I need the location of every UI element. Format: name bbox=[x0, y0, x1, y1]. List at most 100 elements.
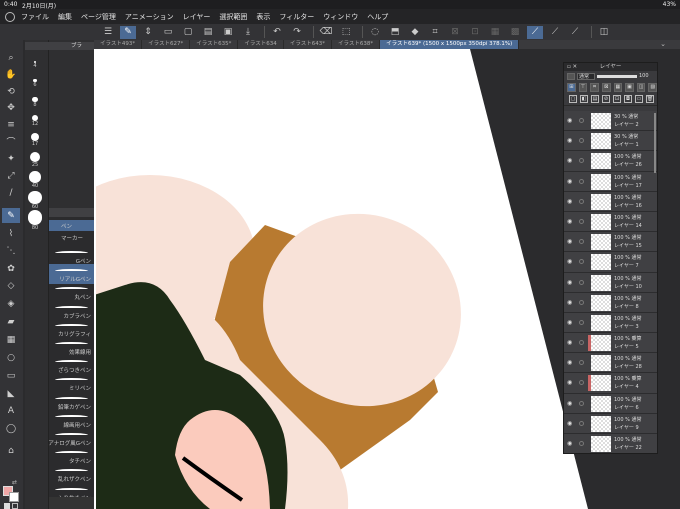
menu-filter[interactable]: フィルター bbox=[279, 12, 314, 22]
snap-ruler-icon[interactable]: ⟋ bbox=[527, 25, 543, 39]
fill-icon[interactable]: ◆ bbox=[407, 26, 423, 39]
layer-link-icon[interactable] bbox=[579, 239, 584, 245]
document-tab[interactable]: イラスト638* bbox=[332, 40, 381, 49]
menu-file[interactable]: ファイル bbox=[21, 12, 49, 22]
layer-row[interactable]: ◉ 100 % 通常 レイヤー 15 bbox=[564, 232, 657, 253]
eye-icon[interactable]: ◉ bbox=[567, 157, 572, 164]
pencil-icon[interactable]: / bbox=[2, 185, 20, 200]
layer-link-icon[interactable] bbox=[579, 340, 584, 346]
document-tab[interactable]: イラスト634 bbox=[238, 40, 284, 49]
eye-icon[interactable]: ◉ bbox=[567, 238, 572, 245]
magic-wand-icon[interactable]: ✦ bbox=[2, 151, 20, 166]
lasso-icon[interactable]: ◌ bbox=[367, 26, 383, 39]
layer-row[interactable]: ◉ 100 % 通常 レイヤー 10 bbox=[564, 272, 657, 293]
layer-row[interactable]: ◉ 30 % 通常 レイヤー 2 bbox=[564, 111, 657, 132]
chevron-down-icon[interactable]: ⌄ bbox=[660, 40, 666, 49]
delete-layer-icon[interactable]: 🗑 bbox=[646, 95, 654, 103]
menu-help[interactable]: ヘルプ bbox=[367, 12, 388, 22]
clear-layer-icon[interactable]: ▭ bbox=[635, 95, 643, 103]
mask-icon[interactable]: ▣ bbox=[625, 82, 634, 92]
clip-icon[interactable]: ⊞ bbox=[567, 82, 576, 92]
companion-icon[interactable]: ◫ bbox=[596, 26, 612, 39]
fill-icon[interactable]: ▰ bbox=[2, 314, 20, 329]
document-tab[interactable]: イラスト643* bbox=[284, 40, 332, 49]
layer-row[interactable]: ◉ 100 % 通常 レイヤー 17 bbox=[564, 171, 657, 192]
layer-link-icon[interactable] bbox=[579, 158, 584, 164]
eyedropper-icon[interactable]: ⤢ bbox=[2, 168, 20, 183]
document-tab[interactable]: イラスト639* (1500 x 1500px 350dpi 378.1%) bbox=[380, 40, 520, 49]
new-raster-layer-icon[interactable]: ▢ bbox=[569, 95, 577, 103]
app-settings-icon[interactable] bbox=[5, 11, 15, 22]
clear-icon[interactable]: ⌫ bbox=[318, 26, 334, 39]
simple-mode-icon[interactable]: ✎ bbox=[120, 25, 136, 39]
swap-colors-icon[interactable]: ⇄ bbox=[12, 479, 17, 486]
menu-layer[interactable]: レイヤー bbox=[183, 12, 211, 22]
brush-size-option[interactable]: 80 bbox=[27, 210, 43, 231]
reference-icon[interactable]: ⊤ bbox=[578, 82, 588, 92]
layer-link-icon[interactable] bbox=[579, 380, 584, 386]
layer-link-icon[interactable] bbox=[579, 138, 584, 144]
snap-special-icon[interactable]: ⟋ bbox=[567, 26, 583, 39]
layer-link-icon[interactable] bbox=[579, 400, 584, 406]
subtool-item[interactable]: 効果線用 bbox=[49, 337, 94, 357]
new-file-icon[interactable]: ▭ bbox=[160, 26, 176, 39]
opacity-value[interactable]: 100 bbox=[639, 73, 649, 79]
toggle-arrow-icon[interactable]: ⇕ bbox=[140, 26, 156, 39]
subtool-category-marker[interactable]: マーカー bbox=[49, 232, 94, 243]
correct-line-icon[interactable]: ⌂ bbox=[2, 443, 20, 458]
layer-link-icon[interactable] bbox=[579, 420, 584, 426]
layer-link-icon[interactable] bbox=[579, 441, 584, 446]
balloon-icon[interactable]: ◯ bbox=[2, 421, 20, 436]
gradient-icon[interactable]: ▦ bbox=[2, 332, 20, 347]
subtool-item[interactable]: Gペン bbox=[49, 246, 94, 266]
lock-icon[interactable]: ⊠ bbox=[601, 82, 611, 92]
subtool-item[interactable]: ミリペン bbox=[49, 373, 94, 393]
subtool-item[interactable]: カリグラフィ bbox=[49, 319, 94, 339]
ruler-mask-icon[interactable]: ◫ bbox=[636, 82, 646, 92]
layer-link-icon[interactable] bbox=[579, 299, 584, 305]
brush-size-option[interactable]: 40 bbox=[27, 171, 43, 189]
transparent-color-toggle[interactable] bbox=[12, 503, 18, 509]
blend-icon[interactable]: ◈ bbox=[2, 296, 20, 311]
layer-link-icon[interactable] bbox=[579, 360, 584, 366]
subtool-item[interactable]: リアルGペン bbox=[49, 264, 94, 285]
menu-window[interactable]: ウィンドウ bbox=[323, 12, 358, 22]
rotate-icon[interactable]: ⟲ bbox=[2, 84, 20, 99]
layer-row[interactable]: ◉ 100 % 通常 レイヤー 14 bbox=[564, 211, 657, 233]
main-color-toggle[interactable] bbox=[4, 503, 10, 509]
layer-row[interactable]: ◉ 100 % 乗算 レイヤー 5 bbox=[564, 333, 657, 354]
layer-row[interactable]: ◉ 30 % 通常 レイヤー 1 bbox=[564, 131, 657, 152]
brush-size-option[interactable]: 12 bbox=[27, 113, 43, 131]
subtool-item[interactable]: カブラペン bbox=[49, 301, 94, 321]
brush-size-option[interactable]: 4 bbox=[27, 54, 43, 72]
brush-size-option[interactable]: 6 bbox=[27, 74, 43, 92]
brush-icon[interactable]: ⌇ bbox=[2, 226, 20, 241]
layer-row[interactable]: ◉ 100 % 通常 レイヤー 26 bbox=[564, 151, 657, 172]
layer-row[interactable]: ◉ 100 % 通常 レイヤー 6 bbox=[564, 393, 657, 414]
merge-icon[interactable]: ⊡ bbox=[613, 95, 621, 103]
subtool-item[interactable]: ざらつきペン bbox=[49, 355, 94, 375]
layer-mask-icon[interactable]: ◘ bbox=[624, 95, 632, 103]
selection-icon[interactable]: ≡ bbox=[2, 117, 20, 132]
save-icon[interactable]: ▣ bbox=[220, 26, 236, 39]
eye-icon[interactable]: ◉ bbox=[567, 218, 572, 225]
menu-animation[interactable]: アニメーション bbox=[125, 12, 174, 22]
layer-link-icon[interactable] bbox=[579, 118, 584, 123]
redo-icon[interactable]: ↷ bbox=[289, 26, 305, 39]
frame-icon[interactable]: ▭ bbox=[2, 368, 20, 383]
figure-icon[interactable]: ○ bbox=[2, 350, 20, 365]
decoration-icon[interactable]: ✿ bbox=[2, 261, 20, 276]
layer-link-icon[interactable] bbox=[579, 259, 584, 265]
select-icon[interactable]: ⬒ bbox=[387, 26, 403, 39]
ruler-icon[interactable]: ◣ bbox=[2, 386, 20, 401]
eye-icon[interactable]: ◉ bbox=[567, 198, 572, 205]
menu-edit[interactable]: 編集 bbox=[58, 12, 72, 22]
subtool-category-pen[interactable]: ペン bbox=[49, 220, 94, 231]
layer-row[interactable]: ◉ 100 % 通常 レイヤー 3 bbox=[564, 312, 657, 334]
link-icon[interactable]: ⊘ bbox=[602, 95, 610, 103]
layer-row[interactable]: ◉ 100 % 通常 レイヤー 22 bbox=[564, 434, 657, 453]
crop-icon[interactable]: ⌗ bbox=[427, 26, 443, 39]
zoom-icon[interactable]: ⌕ bbox=[2, 50, 20, 65]
layer-link-icon[interactable] bbox=[579, 218, 584, 224]
menu-selection[interactable]: 選択範囲 bbox=[219, 12, 247, 22]
